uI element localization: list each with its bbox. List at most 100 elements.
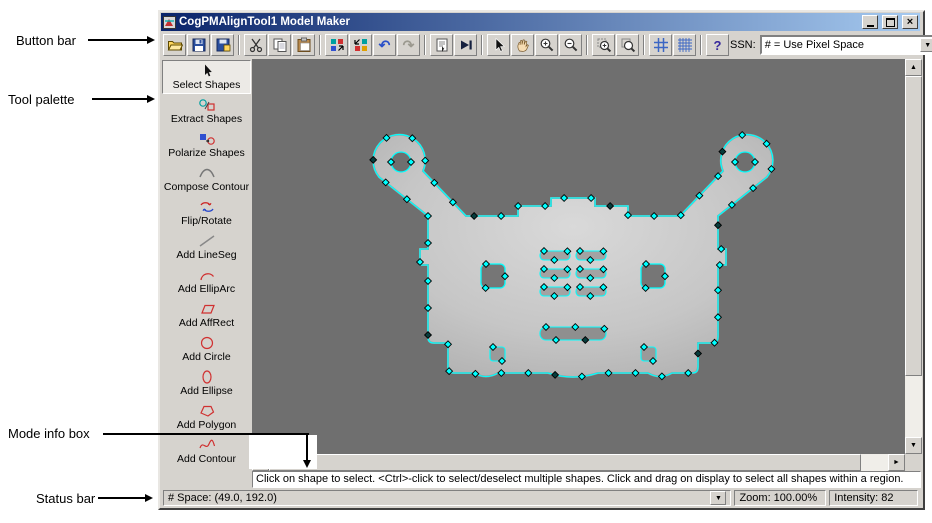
ssn-group: SSN: # = Use Pixel Space ▼ — [730, 35, 932, 55]
palette-item-label: Add LineSeg — [176, 248, 237, 261]
hand-icon — [517, 39, 529, 52]
title-bar[interactable]: CogPMAlignTool1 Model Maker × — [161, 13, 920, 31]
status-space-panel: # Space: (49.0, 192.0) ▼ — [163, 490, 732, 506]
flip-rotate-icon — [199, 201, 214, 212]
shapes-backward-button[interactable] — [349, 34, 372, 56]
run-mode-icon — [460, 40, 472, 50]
palette-item-add-affrect[interactable]: Add AffRect — [162, 299, 251, 333]
status-bar: # Space: (49.0, 192.0) ▼ Zoom: 100.00% I… — [161, 489, 920, 507]
redo-button[interactable]: ↷ — [397, 34, 420, 56]
paste-clipboard-icon — [297, 37, 310, 52]
annotation-status-bar: Status bar — [36, 491, 96, 506]
scroll-down-button[interactable]: ▼ — [905, 437, 922, 454]
mode-info-text: Click on shape to select. <Ctrl>-click t… — [256, 473, 904, 485]
palette-item-add-lineseg[interactable]: Add LineSeg — [162, 230, 251, 264]
toolbar-separator — [586, 35, 588, 55]
chevron-down-icon: ▼ — [714, 494, 722, 502]
help-icon: ? — [713, 37, 722, 53]
run-mode-button[interactable] — [454, 34, 477, 56]
add-ellipse-icon — [201, 370, 212, 384]
open-folder-icon — [167, 41, 183, 51]
scroll-right-button[interactable]: ► — [888, 454, 905, 471]
palette-item-label: Select Shapes — [172, 78, 241, 91]
properties-icon — [436, 38, 447, 52]
save-floppy-icon — [192, 38, 205, 52]
status-space-text: # Space: (49.0, 192.0) — [168, 492, 277, 504]
close-icon: × — [906, 15, 914, 28]
app-icon — [163, 15, 176, 29]
image-display-canvas[interactable] — [252, 59, 905, 454]
palette-item-label: Add Circle — [182, 351, 231, 364]
annotation-arrow-line — [98, 497, 146, 499]
copy-icon — [273, 38, 286, 52]
palette-item-extract-shapes[interactable]: Extract Shapes — [162, 94, 251, 128]
help-button[interactable]: ? — [706, 34, 729, 56]
window-title: CogPMAlignTool1 Model Maker — [179, 16, 351, 28]
ssn-dropdown-button[interactable]: ▼ — [919, 38, 932, 52]
palette-item-add-contour[interactable]: Add Contour — [162, 435, 251, 469]
horizontal-scroll-thumb[interactable] — [269, 454, 861, 471]
zoom-fit-button[interactable] — [616, 34, 639, 56]
grid-axes-icon — [653, 38, 668, 52]
horizontal-scrollbar[interactable]: ◄ ► — [252, 454, 905, 471]
zoom-out-button[interactable] — [559, 34, 582, 56]
export-image-button[interactable] — [211, 34, 234, 56]
vertical-scroll-thumb[interactable] — [905, 76, 922, 376]
palette-item-compose-contour[interactable]: Compose Contour — [162, 162, 251, 196]
annotation-arrow-line — [92, 98, 148, 100]
figure-stage: Button bar Tool palette Mode info box St… — [0, 0, 932, 523]
palette-item-label: Add EllipArc — [177, 283, 236, 295]
ssn-value: # = Use Pixel Space — [764, 39, 865, 51]
select-cursor-button[interactable] — [487, 34, 510, 56]
part-image — [369, 130, 776, 381]
minimize-button[interactable] — [862, 15, 878, 29]
copy-button[interactable] — [268, 34, 291, 56]
palette-item-select-shapes[interactable]: Select Shapes — [162, 60, 251, 95]
arrow-up-icon: ▲ — [910, 64, 917, 71]
shapes-forward-button[interactable] — [325, 34, 348, 56]
cut-button[interactable] — [244, 34, 267, 56]
paste-button[interactable] — [292, 34, 315, 56]
scroll-up-button[interactable]: ▲ — [905, 59, 922, 76]
palette-item-label: Add Ellipse — [180, 385, 233, 398]
add-contour-icon — [198, 440, 215, 449]
open-button[interactable] — [163, 34, 186, 56]
properties-button[interactable] — [430, 34, 453, 56]
status-zoom-panel: Zoom: 100.00% — [734, 490, 827, 506]
zoom-fit-icon — [621, 38, 635, 53]
palette-item-label: Extract Shapes — [170, 112, 243, 125]
grid-axes-button[interactable] — [649, 34, 672, 56]
cursor-arrow-icon — [495, 37, 505, 52]
undo-button[interactable]: ↶ — [373, 34, 396, 56]
space-dropdown-button[interactable]: ▼ — [710, 491, 727, 505]
add-affrect-icon — [200, 304, 215, 314]
save-button[interactable] — [187, 34, 210, 56]
grid-dense-button[interactable] — [673, 34, 696, 56]
maximize-icon — [885, 17, 895, 27]
select-cursor-icon — [204, 64, 212, 76]
annotation-arrow-line — [88, 39, 148, 41]
palette-item-label: Add Polygon — [176, 419, 237, 432]
vertical-scrollbar[interactable]: ▲ ▼ — [905, 59, 922, 454]
zoom-region-icon — [597, 38, 611, 53]
maximize-button[interactable] — [882, 15, 898, 29]
status-intensity-panel: Intensity: 82 — [829, 490, 918, 506]
palette-item-polarize-shapes[interactable]: Polarize Shapes — [162, 128, 251, 162]
ssn-combobox[interactable]: # = Use Pixel Space ▼ — [759, 35, 932, 55]
palette-item-add-polygon[interactable]: Add Polygon — [162, 401, 251, 435]
annotation-callout-line — [306, 433, 308, 460]
arrow-down-icon: ▼ — [910, 442, 917, 449]
palette-item-add-elliparc[interactable]: Add EllipArc — [162, 264, 251, 298]
pan-hand-button[interactable] — [511, 34, 534, 56]
button-bar: ↶ ↷ ? SSN: # = Use Pixel Space ▼ — [161, 32, 932, 58]
zoom-in-button[interactable] — [535, 34, 558, 56]
palette-item-flip-rotate[interactable]: Flip/Rotate — [162, 196, 251, 230]
add-elliparc-icon — [199, 273, 214, 281]
palette-item-add-ellipse[interactable]: Add Ellipse — [162, 367, 251, 401]
annotation-arrow-head — [303, 460, 311, 468]
zoom-region-button[interactable] — [592, 34, 615, 56]
annotation-arrow-head — [147, 36, 155, 44]
export-image-icon — [216, 38, 230, 52]
close-button[interactable]: × — [902, 15, 918, 29]
palette-item-add-circle[interactable]: Add Circle — [162, 333, 251, 367]
